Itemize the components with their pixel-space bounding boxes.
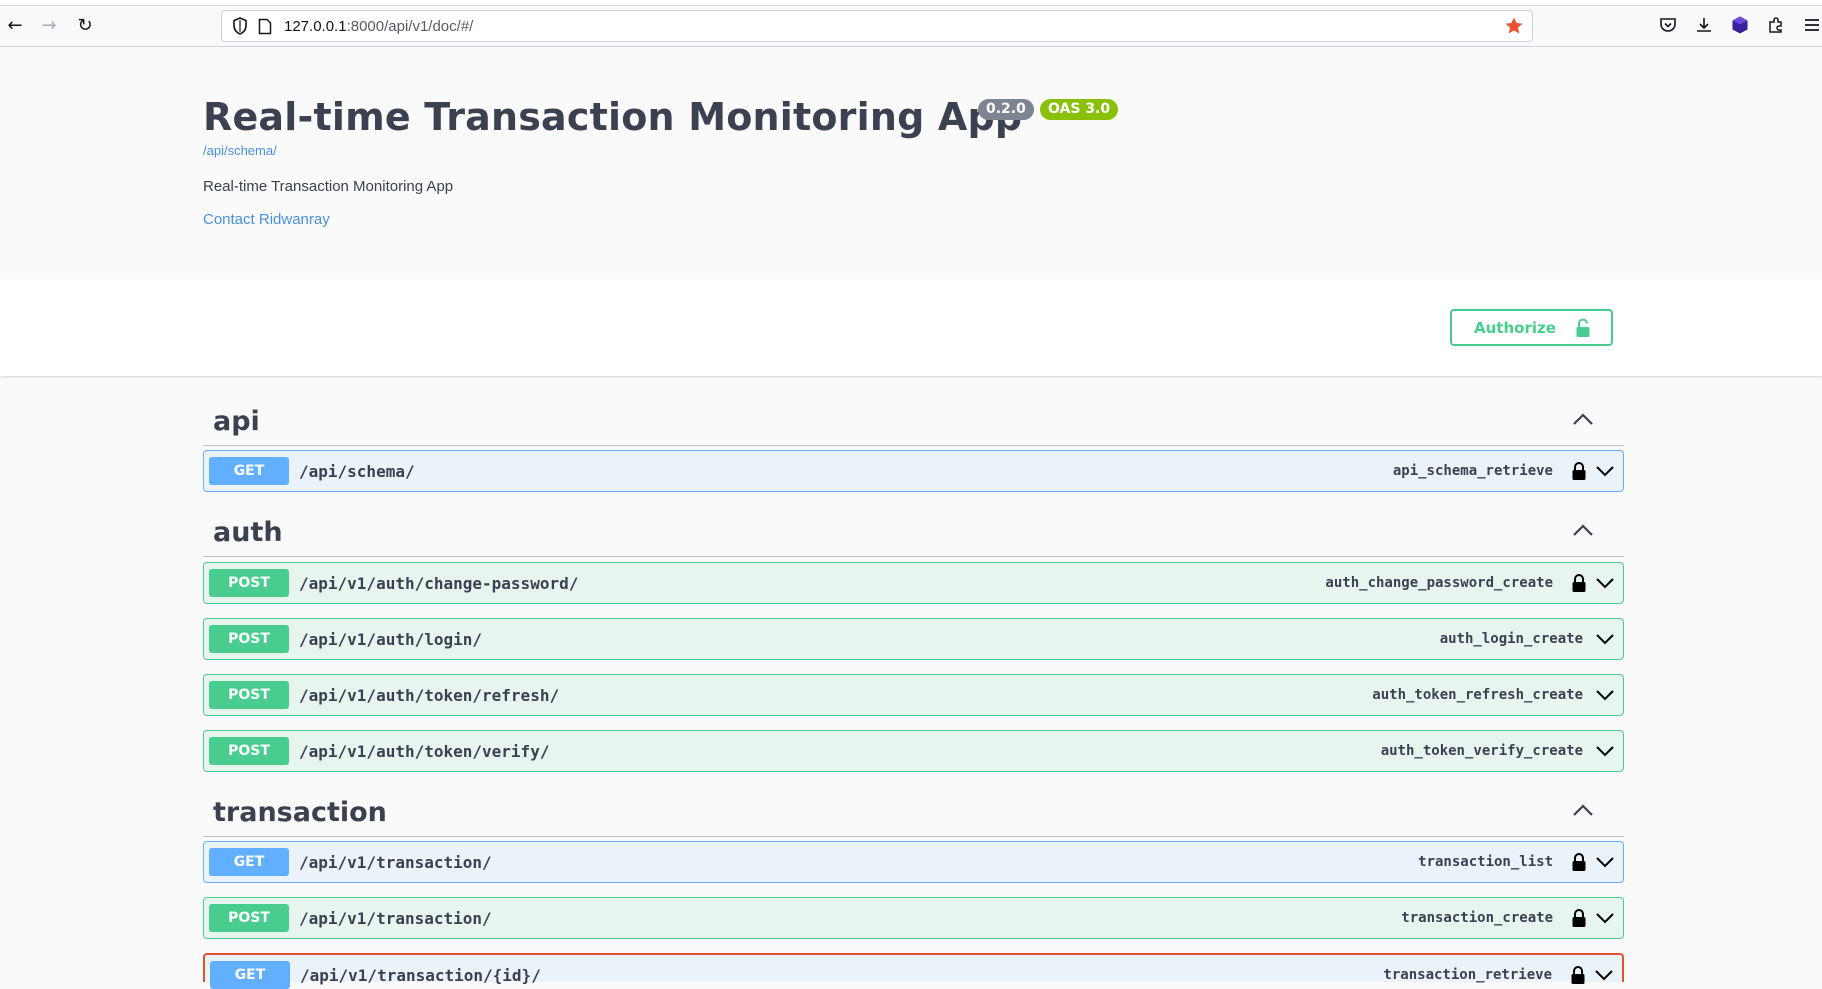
pocket-icon[interactable] bbox=[1658, 15, 1678, 35]
chevron-down-icon[interactable] bbox=[1594, 969, 1614, 981]
url-host: 127.0.0.1 bbox=[284, 18, 347, 35]
operation-row[interactable]: POST /api/v1/auth/change-password/ auth_… bbox=[203, 562, 1624, 604]
lock-icon[interactable] bbox=[1571, 908, 1587, 928]
chevron-down-icon[interactable] bbox=[1595, 745, 1615, 757]
forward-icon[interactable]: → bbox=[38, 15, 60, 37]
tag-section-api[interactable]: api bbox=[203, 394, 1624, 446]
operation-id: auth_login_create bbox=[1439, 631, 1583, 647]
api-description: Real-time Transaction Monitoring App bbox=[203, 178, 454, 195]
url-bar[interactable]: 127.0.0.1:8000/api/v1/doc/#/ bbox=[221, 10, 1533, 42]
operation-row[interactable]: POST /api/v1/auth/login/ auth_login_crea… bbox=[203, 618, 1624, 660]
operation-path: /api/v1/auth/login/ bbox=[299, 630, 483, 649]
tag-name: api bbox=[213, 406, 260, 437]
authorize-button[interactable]: Authorize bbox=[1450, 309, 1613, 346]
chevron-down-icon[interactable] bbox=[1595, 689, 1615, 701]
operation-id: auth_token_refresh_create bbox=[1372, 687, 1583, 703]
operation-id: auth_token_verify_create bbox=[1380, 743, 1583, 759]
bookmark-star-icon[interactable] bbox=[1504, 16, 1524, 36]
method-badge: GET bbox=[209, 848, 289, 876]
operation-id: transaction_retrieve bbox=[1383, 967, 1552, 983]
operation-id: transaction_list bbox=[1418, 854, 1553, 870]
operation-path: /api/v1/auth/token/refresh/ bbox=[299, 686, 560, 705]
lock-icon[interactable] bbox=[1571, 461, 1587, 481]
chevron-up-icon[interactable] bbox=[1572, 523, 1594, 537]
browser-toolbar: ← → ↻ 127.0.0.1:8000/api/v1/doc/#/ bbox=[0, 0, 1822, 47]
authorize-label: Authorize bbox=[1474, 319, 1556, 337]
operation-row[interactable]: POST /api/v1/transaction/ transaction_cr… bbox=[203, 897, 1624, 939]
chevron-down-icon[interactable] bbox=[1595, 912, 1615, 924]
operation-path: /api/v1/transaction/ bbox=[299, 909, 492, 928]
chevron-up-icon[interactable] bbox=[1572, 803, 1594, 817]
shield-icon[interactable] bbox=[232, 17, 248, 35]
method-badge: POST bbox=[209, 904, 289, 932]
method-badge: GET bbox=[210, 961, 290, 989]
chevron-down-icon[interactable] bbox=[1595, 577, 1615, 589]
method-badge: GET bbox=[209, 457, 289, 485]
chevron-down-icon[interactable] bbox=[1595, 856, 1615, 868]
operation-path: /api/v1/auth/token/verify/ bbox=[299, 742, 550, 761]
tag-section-auth[interactable]: auth bbox=[203, 505, 1624, 557]
tag-name: auth bbox=[213, 517, 283, 548]
scheme-container: Authorize bbox=[0, 279, 1822, 376]
operation-row[interactable]: POST /api/v1/auth/token/verify/ auth_tok… bbox=[203, 730, 1624, 772]
method-badge: POST bbox=[209, 569, 289, 597]
operation-row[interactable]: POST /api/v1/auth/token/refresh/ auth_to… bbox=[203, 674, 1624, 716]
back-icon[interactable]: ← bbox=[4, 15, 26, 37]
operation-path: /api/v1/transaction/{id}/ bbox=[300, 966, 541, 985]
operation-id: transaction_create bbox=[1401, 910, 1553, 926]
schema-link[interactable]: /api/schema/ bbox=[203, 143, 277, 158]
url-path: :8000/api/v1/doc/#/ bbox=[346, 18, 474, 35]
tab-strip-edge bbox=[0, 0, 1822, 6]
menu-icon[interactable] bbox=[1802, 15, 1822, 35]
version-badge: 0.2.0 bbox=[978, 99, 1034, 120]
tag-section-transaction[interactable]: transaction bbox=[203, 785, 1624, 837]
reload-icon[interactable]: ↻ bbox=[74, 15, 96, 37]
lock-icon[interactable] bbox=[1571, 573, 1587, 593]
operation-row[interactable]: GET /api/v1/transaction/{id}/ transactio… bbox=[203, 953, 1624, 989]
page-icon[interactable] bbox=[258, 18, 272, 35]
lock-icon[interactable] bbox=[1571, 852, 1587, 872]
operation-row[interactable]: GET /api/schema/ api_schema_retrieve bbox=[203, 450, 1624, 492]
url-text[interactable]: 127.0.0.1:8000/api/v1/doc/#/ bbox=[284, 18, 473, 35]
method-badge: POST bbox=[209, 625, 289, 653]
extension-hexagon-icon[interactable] bbox=[1730, 15, 1750, 35]
operation-id: auth_change_password_create bbox=[1325, 575, 1553, 591]
unlocked-icon bbox=[1576, 318, 1590, 337]
operation-path: /api/v1/auth/change-password/ bbox=[299, 574, 579, 593]
contact-link[interactable]: Contact Ridwanray bbox=[203, 211, 330, 228]
method-badge: POST bbox=[209, 681, 289, 709]
api-info-section: Real-time Transaction Monitoring App 0.2… bbox=[0, 47, 1822, 279]
chevron-down-icon[interactable] bbox=[1595, 465, 1615, 477]
chevron-up-icon[interactable] bbox=[1572, 412, 1594, 426]
oas-badge: OAS 3.0 bbox=[1040, 99, 1119, 120]
lock-icon[interactable] bbox=[1570, 965, 1586, 985]
chevron-down-icon[interactable] bbox=[1595, 633, 1615, 645]
page-title: Real-time Transaction Monitoring App bbox=[203, 95, 1023, 139]
extensions-puzzle-icon[interactable] bbox=[1766, 15, 1786, 35]
operation-path: /api/schema/ bbox=[299, 462, 415, 481]
operation-row[interactable]: GET /api/v1/transaction/ transaction_lis… bbox=[203, 841, 1624, 883]
download-icon[interactable] bbox=[1694, 15, 1714, 35]
operation-id: api_schema_retrieve bbox=[1392, 463, 1553, 479]
operation-path: /api/v1/transaction/ bbox=[299, 853, 492, 872]
tag-name: transaction bbox=[213, 797, 387, 828]
method-badge: POST bbox=[209, 737, 289, 765]
